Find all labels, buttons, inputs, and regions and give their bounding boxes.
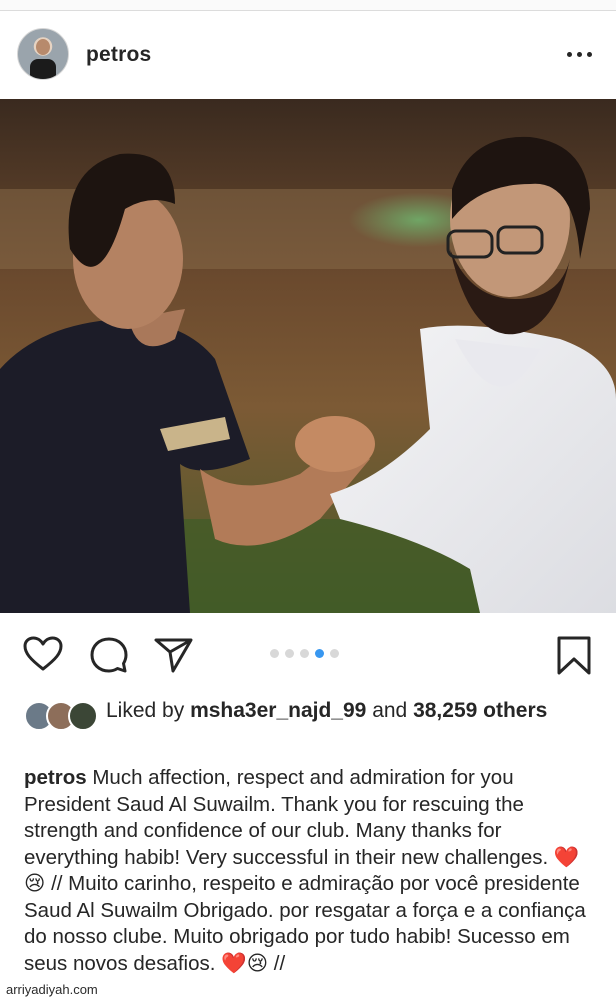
crying-face-emoji: 😢: [24, 872, 46, 895]
carousel-dot: [330, 649, 339, 658]
likes-count[interactable]: 38,259 others: [413, 699, 547, 722]
avatar[interactable]: [17, 28, 69, 80]
carousel-dot-active: [315, 649, 324, 658]
post-caption: petros Much affection, respect and admir…: [24, 765, 599, 977]
post-header: petros: [0, 11, 616, 99]
and-word: and: [372, 699, 408, 722]
caption-username[interactable]: petros: [24, 766, 87, 789]
top-divider: [0, 0, 616, 11]
avatar: [68, 701, 98, 731]
crying-face-emoji: 😢: [246, 951, 269, 975]
caption-text-pt: // Muito carinho, respeito e admiração p…: [24, 872, 586, 975]
comment-icon[interactable]: [88, 635, 130, 675]
caption-text-en: Much affection, respect and admiration f…: [24, 766, 549, 869]
photo-image: [0, 99, 616, 613]
post-photo[interactable]: [0, 99, 616, 613]
carousel-dot: [270, 649, 279, 658]
likes-text: Liked by msha3er_najd_99 and 38,259 othe…: [106, 697, 576, 724]
heart-icon[interactable]: [22, 635, 64, 673]
caption-tail: //: [273, 951, 286, 975]
site-watermark: arriyadiyah.com: [4, 982, 100, 997]
more-horizontal-icon[interactable]: [563, 49, 597, 59]
red-heart-emoji: ❤️: [221, 951, 247, 975]
share-icon[interactable]: [153, 635, 195, 675]
liked-by-label: Liked by: [106, 699, 185, 722]
bookmark-icon[interactable]: [555, 635, 593, 677]
liker-username[interactable]: msha3er_najd_99: [190, 699, 366, 722]
carousel-dot: [300, 649, 309, 658]
carousel-dot: [285, 649, 294, 658]
post-username[interactable]: petros: [86, 43, 151, 67]
liker-avatars[interactable]: [24, 701, 99, 731]
red-heart-emoji: ❤️: [553, 845, 580, 869]
